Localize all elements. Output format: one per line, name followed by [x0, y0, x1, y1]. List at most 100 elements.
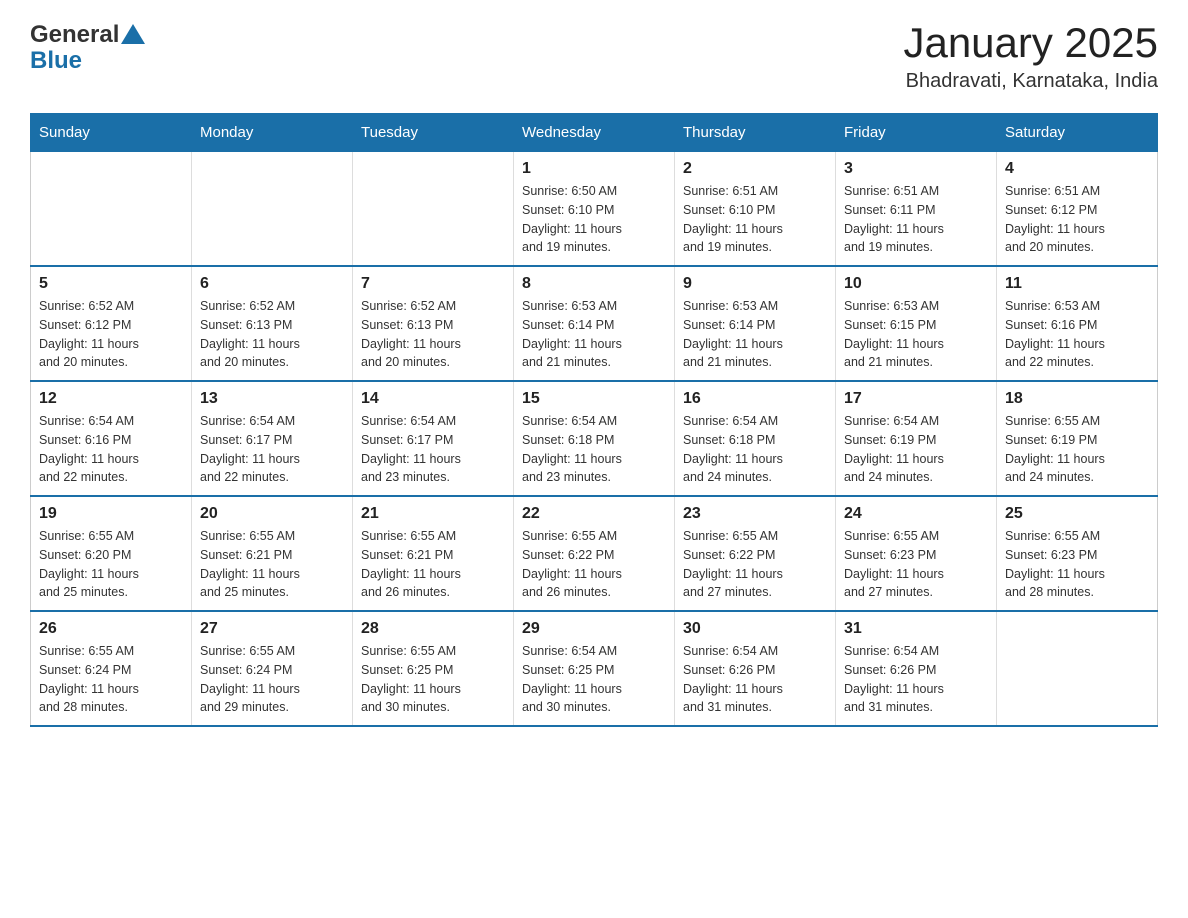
day-number: 19: [39, 505, 183, 523]
weekday-header-saturday: Saturday: [997, 114, 1158, 152]
day-number: 8: [522, 275, 666, 293]
day-info: Sunrise: 6:52 AM Sunset: 6:13 PM Dayligh…: [200, 297, 344, 372]
day-number: 1: [522, 160, 666, 178]
calendar-cell: 3 Sunrise: 6:51 AM Sunset: 6:11 PM Daylig…: [836, 152, 997, 267]
weekday-header-sunday: Sunday: [31, 114, 192, 152]
day-number: 25: [1005, 505, 1149, 523]
day-number: 18: [1005, 390, 1149, 408]
day-number: 17: [844, 390, 988, 408]
title-section: January 2025 Bhadravati, Karnataka, Indi…: [903, 20, 1158, 93]
weekday-header-thursday: Thursday: [675, 114, 836, 152]
calendar-cell: 11Sunrise: 6:53 AM Sunset: 6:16 PM Dayli…: [997, 266, 1158, 381]
calendar-cell: 30 Sunrise: 6:54 AM Sunset: 6:26 PM Dayli…: [675, 611, 836, 726]
calendar-cell: 9 Sunrise: 6:53 AM Sunset: 6:14 PM Daylig…: [675, 266, 836, 381]
day-info: Sunrise: 6:55 AM Sunset: 6:22 PM Dayligh…: [522, 527, 666, 602]
calendar-cell: 7 Sunrise: 6:52 AM Sunset: 6:13 PM Daylig…: [353, 266, 514, 381]
day-info: Sunrise: 6:52 AM Sunset: 6:12 PM Dayligh…: [39, 297, 183, 372]
calendar-cell: 28Sunrise: 6:55 AM Sunset: 6:25 PM Dayli…: [353, 611, 514, 726]
day-info: Sunrise: 6:54 AM Sunset: 6:26 PM Dayligh…: [683, 642, 827, 717]
weekday-header-tuesday: Tuesday: [353, 114, 514, 152]
day-info: Sunrise: 6:54 AM Sunset: 6:18 PM Dayligh…: [683, 412, 827, 487]
calendar-cell: 22 Sunrise: 6:55 AM Sunset: 6:22 PM Dayli…: [514, 496, 675, 611]
day-info: Sunrise: 6:55 AM Sunset: 6:20 PM Dayligh…: [39, 527, 183, 602]
day-number: 30: [683, 620, 827, 638]
day-number: 24: [844, 505, 988, 523]
day-info: Sunrise: 6:55 AM Sunset: 6:25 PM Dayligh…: [361, 642, 505, 717]
day-number: 3: [844, 160, 988, 178]
day-info: Sunrise: 6:53 AM Sunset: 6:15 PM Dayligh…: [844, 297, 988, 372]
day-number: 23: [683, 505, 827, 523]
page-header: General Blue January 2025 Bhadravati, Ka…: [30, 20, 1158, 93]
day-info: Sunrise: 6:54 AM Sunset: 6:26 PM Dayligh…: [844, 642, 988, 717]
logo-general-text: General: [30, 21, 119, 49]
day-number: 13: [200, 390, 344, 408]
day-info: Sunrise: 6:55 AM Sunset: 6:24 PM Dayligh…: [39, 642, 183, 717]
calendar-cell: [192, 152, 353, 267]
day-number: 16: [683, 390, 827, 408]
calendar-cell: 29Sunrise: 6:54 AM Sunset: 6:25 PM Dayli…: [514, 611, 675, 726]
calendar-week-row: 26Sunrise: 6:55 AM Sunset: 6:24 PM Dayli…: [31, 611, 1158, 726]
day-number: 4: [1005, 160, 1149, 178]
calendar-cell: 31 Sunrise: 6:54 AM Sunset: 6:26 PM Dayli…: [836, 611, 997, 726]
location: Bhadravati, Karnataka, India: [903, 70, 1158, 93]
day-number: 20: [200, 505, 344, 523]
day-info: Sunrise: 6:51 AM Sunset: 6:11 PM Dayligh…: [844, 182, 988, 257]
day-info: Sunrise: 6:52 AM Sunset: 6:13 PM Dayligh…: [361, 297, 505, 372]
calendar-week-row: 12 Sunrise: 6:54 AM Sunset: 6:16 PM Dayli…: [31, 381, 1158, 496]
day-info: Sunrise: 6:55 AM Sunset: 6:24 PM Dayligh…: [200, 642, 344, 717]
day-info: Sunrise: 6:55 AM Sunset: 6:23 PM Dayligh…: [1005, 527, 1149, 602]
day-number: 12: [39, 390, 183, 408]
weekday-header-monday: Monday: [192, 114, 353, 152]
day-info: Sunrise: 6:54 AM Sunset: 6:19 PM Dayligh…: [844, 412, 988, 487]
day-info: Sunrise: 6:55 AM Sunset: 6:21 PM Dayligh…: [361, 527, 505, 602]
day-number: 9: [683, 275, 827, 293]
calendar-cell: 27Sunrise: 6:55 AM Sunset: 6:24 PM Dayli…: [192, 611, 353, 726]
day-info: Sunrise: 6:55 AM Sunset: 6:19 PM Dayligh…: [1005, 412, 1149, 487]
calendar-cell: [353, 152, 514, 267]
day-info: Sunrise: 6:53 AM Sunset: 6:16 PM Dayligh…: [1005, 297, 1149, 372]
calendar-cell: 1Sunrise: 6:50 AM Sunset: 6:10 PM Daylig…: [514, 152, 675, 267]
day-number: 7: [361, 275, 505, 293]
day-number: 21: [361, 505, 505, 523]
day-number: 6: [200, 275, 344, 293]
weekday-header-friday: Friday: [836, 114, 997, 152]
calendar-cell: 19 Sunrise: 6:55 AM Sunset: 6:20 PM Dayli…: [31, 496, 192, 611]
calendar-cell: 14Sunrise: 6:54 AM Sunset: 6:17 PM Dayli…: [353, 381, 514, 496]
day-number: 2: [683, 160, 827, 178]
day-info: Sunrise: 6:55 AM Sunset: 6:22 PM Dayligh…: [683, 527, 827, 602]
day-number: 29: [522, 620, 666, 638]
calendar-cell: 18 Sunrise: 6:55 AM Sunset: 6:19 PM Dayli…: [997, 381, 1158, 496]
day-info: Sunrise: 6:53 AM Sunset: 6:14 PM Dayligh…: [522, 297, 666, 372]
day-info: Sunrise: 6:55 AM Sunset: 6:23 PM Dayligh…: [844, 527, 988, 602]
calendar-cell: 25 Sunrise: 6:55 AM Sunset: 6:23 PM Dayli…: [997, 496, 1158, 611]
day-number: 31: [844, 620, 988, 638]
day-number: 5: [39, 275, 183, 293]
calendar-table: SundayMondayTuesdayWednesdayThursdayFrid…: [30, 113, 1158, 727]
day-number: 22: [522, 505, 666, 523]
day-info: Sunrise: 6:55 AM Sunset: 6:21 PM Dayligh…: [200, 527, 344, 602]
logo-triangle-icon: [121, 24, 145, 44]
day-info: Sunrise: 6:53 AM Sunset: 6:14 PM Dayligh…: [683, 297, 827, 372]
day-info: Sunrise: 6:54 AM Sunset: 6:18 PM Dayligh…: [522, 412, 666, 487]
calendar-cell: 17 Sunrise: 6:54 AM Sunset: 6:19 PM Dayli…: [836, 381, 997, 496]
calendar-cell: 8 Sunrise: 6:53 AM Sunset: 6:14 PM Daylig…: [514, 266, 675, 381]
calendar-cell: 21 Sunrise: 6:55 AM Sunset: 6:21 PM Dayli…: [353, 496, 514, 611]
calendar-cell: [997, 611, 1158, 726]
calendar-cell: 10 Sunrise: 6:53 AM Sunset: 6:15 PM Dayli…: [836, 266, 997, 381]
calendar-cell: 24 Sunrise: 6:55 AM Sunset: 6:23 PM Dayli…: [836, 496, 997, 611]
calendar-cell: 5 Sunrise: 6:52 AM Sunset: 6:12 PM Daylig…: [31, 266, 192, 381]
calendar-cell: 23 Sunrise: 6:55 AM Sunset: 6:22 PM Dayli…: [675, 496, 836, 611]
calendar-cell: 12 Sunrise: 6:54 AM Sunset: 6:16 PM Dayli…: [31, 381, 192, 496]
day-info: Sunrise: 6:54 AM Sunset: 6:16 PM Dayligh…: [39, 412, 183, 487]
day-info: Sunrise: 6:51 AM Sunset: 6:12 PM Dayligh…: [1005, 182, 1149, 257]
day-number: 15: [522, 390, 666, 408]
weekday-header-wednesday: Wednesday: [514, 114, 675, 152]
logo: General Blue: [30, 20, 145, 75]
calendar-week-row: 19 Sunrise: 6:55 AM Sunset: 6:20 PM Dayli…: [31, 496, 1158, 611]
day-number: 10: [844, 275, 988, 293]
calendar-cell: 26Sunrise: 6:55 AM Sunset: 6:24 PM Dayli…: [31, 611, 192, 726]
calendar-cell: [31, 152, 192, 267]
calendar-cell: 20 Sunrise: 6:55 AM Sunset: 6:21 PM Dayli…: [192, 496, 353, 611]
day-info: Sunrise: 6:54 AM Sunset: 6:17 PM Dayligh…: [200, 412, 344, 487]
day-number: 14: [361, 390, 505, 408]
